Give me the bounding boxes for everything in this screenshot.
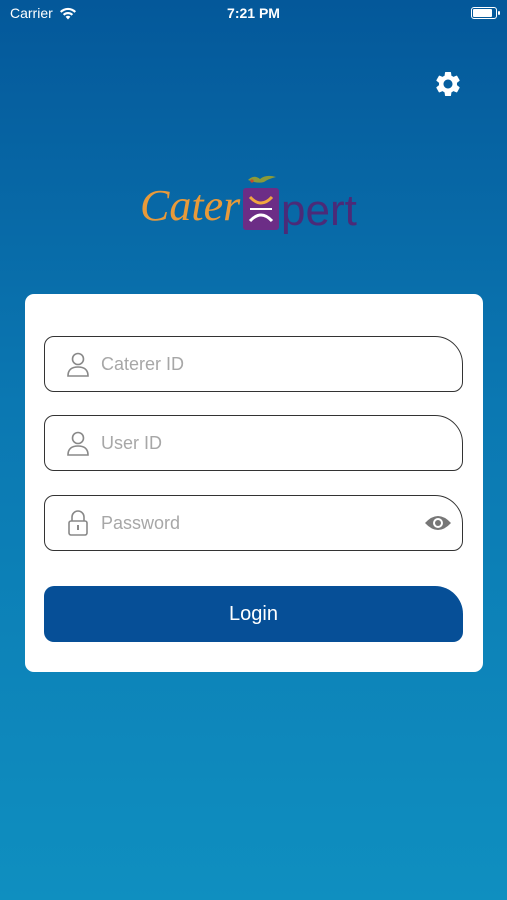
logo-text-cater: Cater — [140, 181, 241, 230]
user-id-field[interactable] — [44, 415, 463, 471]
bird-icon — [248, 175, 276, 183]
status-bar: Carrier 7:21 PM — [0, 0, 507, 28]
status-time: 7:21 PM — [227, 5, 280, 21]
caterer-id-field[interactable] — [44, 336, 463, 392]
user-id-input[interactable] — [99, 431, 393, 455]
user-icon — [65, 350, 91, 378]
gear-icon — [436, 72, 460, 96]
lock-icon — [65, 509, 91, 537]
settings-button[interactable] — [430, 66, 466, 102]
logo-x-mark — [243, 188, 279, 230]
login-button[interactable]: Login — [44, 586, 463, 642]
login-card: Login — [25, 294, 483, 672]
user-icon — [65, 429, 91, 457]
password-field[interactable] — [44, 495, 463, 551]
caterer-id-input[interactable] — [99, 352, 393, 376]
password-input[interactable] — [99, 511, 393, 535]
logo-text-pert: pert — [281, 186, 357, 235]
eye-icon[interactable] — [424, 510, 452, 536]
caterxpert-logo: Cater pert — [138, 172, 373, 242]
battery-icon — [471, 7, 500, 19]
